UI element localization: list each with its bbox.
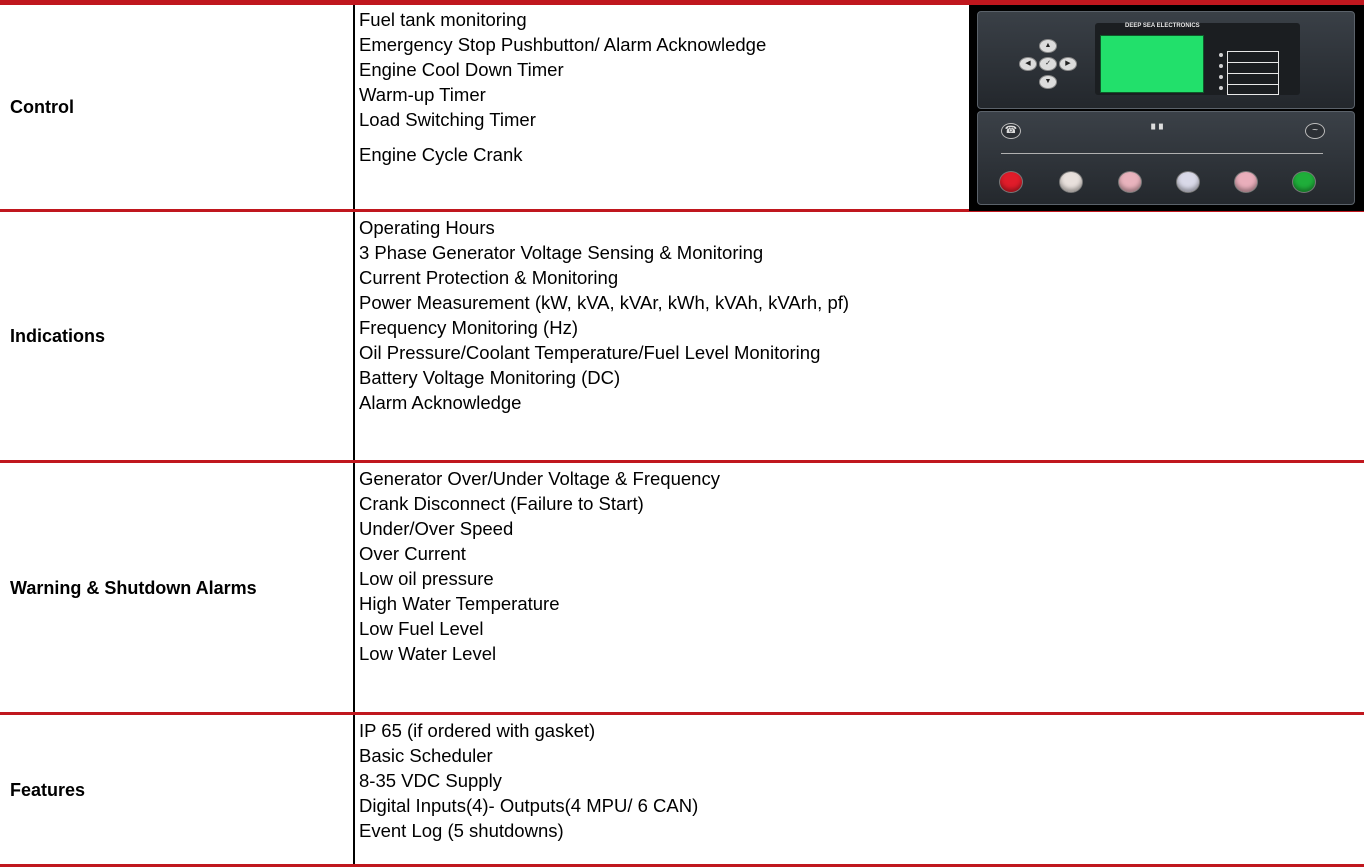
list-item: Under/Over Speed — [359, 518, 514, 539]
bus-line — [1001, 153, 1323, 154]
list-item: Low Water Level — [359, 643, 497, 664]
column-divider — [353, 463, 355, 712]
brand-label: DEEP SEA ELECTRONICS — [1125, 23, 1200, 29]
list-item: Over Current — [359, 543, 466, 564]
arrow-up-icon: ▲ — [1039, 39, 1057, 53]
list-item: Current Protection & Monitoring — [359, 267, 619, 288]
generator-icon: ☎ — [1001, 123, 1021, 139]
list-item: Engine Cycle Crank — [359, 144, 523, 165]
lcd-screen — [1100, 35, 1204, 93]
list-item: Oil Pressure/Coolant Temperature/Fuel Le… — [359, 342, 821, 363]
list-item: Warm-up Timer — [359, 84, 486, 105]
ac-wave-icon: ~ — [1305, 123, 1325, 139]
category-indications: Indications — [10, 326, 106, 346]
list-item: Crank Disconnect (Failure to Start) — [359, 493, 644, 514]
list-item: Basic Scheduler — [359, 745, 493, 766]
lcd-indicator-labels — [1227, 51, 1279, 95]
test-button — [1118, 171, 1142, 193]
list-item: Digital Inputs(4)- Outputs(4 MPU/ 6 CAN) — [359, 795, 699, 816]
led-indicator — [1219, 64, 1223, 68]
list-item: Engine Cool Down Timer — [359, 59, 564, 80]
alarms-items: Generator Over/Under Voltage & Frequency… — [359, 466, 720, 666]
list-item: High Water Temperature — [359, 593, 560, 614]
list-item: Event Log (5 shutdowns) — [359, 820, 564, 841]
indications-items: Operating Hours 3 Phase Generator Voltag… — [359, 215, 849, 415]
category-control: Control — [10, 97, 74, 117]
auto-button — [1176, 171, 1200, 193]
row-divider — [0, 712, 1364, 715]
stop-button — [999, 171, 1023, 193]
list-item: Low Fuel Level — [359, 618, 484, 639]
list-item: Power Measurement (kW, kVA, kVAr, kWh, k… — [359, 292, 850, 313]
column-divider — [353, 715, 355, 864]
list-item: Low oil pressure — [359, 568, 494, 589]
arrow-down-icon: ▼ — [1039, 75, 1057, 89]
manual-button — [1059, 171, 1083, 193]
list-item: Frequency Monitoring (Hz) — [359, 317, 578, 338]
generator-controller-image: ▲ ◀ ✓ ▶ ▼ DEEP SEA ELECTRONICS ☎ ▘▘ ~ — [969, 5, 1364, 211]
list-item: Alarm Acknowledge — [359, 392, 522, 413]
mute-button — [1234, 171, 1258, 193]
arrow-right-icon: ▶ — [1059, 57, 1077, 71]
led-indicator — [1219, 75, 1223, 79]
column-divider — [353, 5, 355, 209]
list-item: Operating Hours — [359, 217, 495, 238]
features-items: IP 65 (if ordered with gasket) Basic Sch… — [359, 718, 698, 843]
list-item: Emergency Stop Pushbutton/ Alarm Acknowl… — [359, 34, 767, 55]
list-item: Battery Voltage Monitoring (DC) — [359, 367, 621, 388]
column-divider — [353, 212, 355, 460]
start-button — [1292, 171, 1316, 193]
row-divider — [0, 460, 1364, 463]
led-indicator — [1219, 53, 1223, 57]
list-item: 3 Phase Generator Voltage Sensing & Moni… — [359, 242, 764, 263]
list-item: 8-35 VDC Supply — [359, 770, 502, 791]
control-items: Fuel tank monitoring Emergency Stop Push… — [359, 7, 766, 167]
list-item: IP 65 (if ordered with gasket) — [359, 720, 596, 741]
category-features: Features — [10, 780, 86, 800]
list-item: Fuel tank monitoring — [359, 9, 527, 30]
list-item: Generator Over/Under Voltage & Frequency — [359, 468, 720, 489]
category-warning-shutdown-alarms: Warning & Shutdown Alarms — [10, 578, 257, 598]
list-item: Load Switching Timer — [359, 109, 536, 130]
led-indicator — [1219, 86, 1223, 90]
load-icon: ▘▘ — [1151, 125, 1167, 136]
arrow-left-icon: ◀ — [1019, 57, 1037, 71]
enter-icon: ✓ — [1039, 57, 1057, 71]
